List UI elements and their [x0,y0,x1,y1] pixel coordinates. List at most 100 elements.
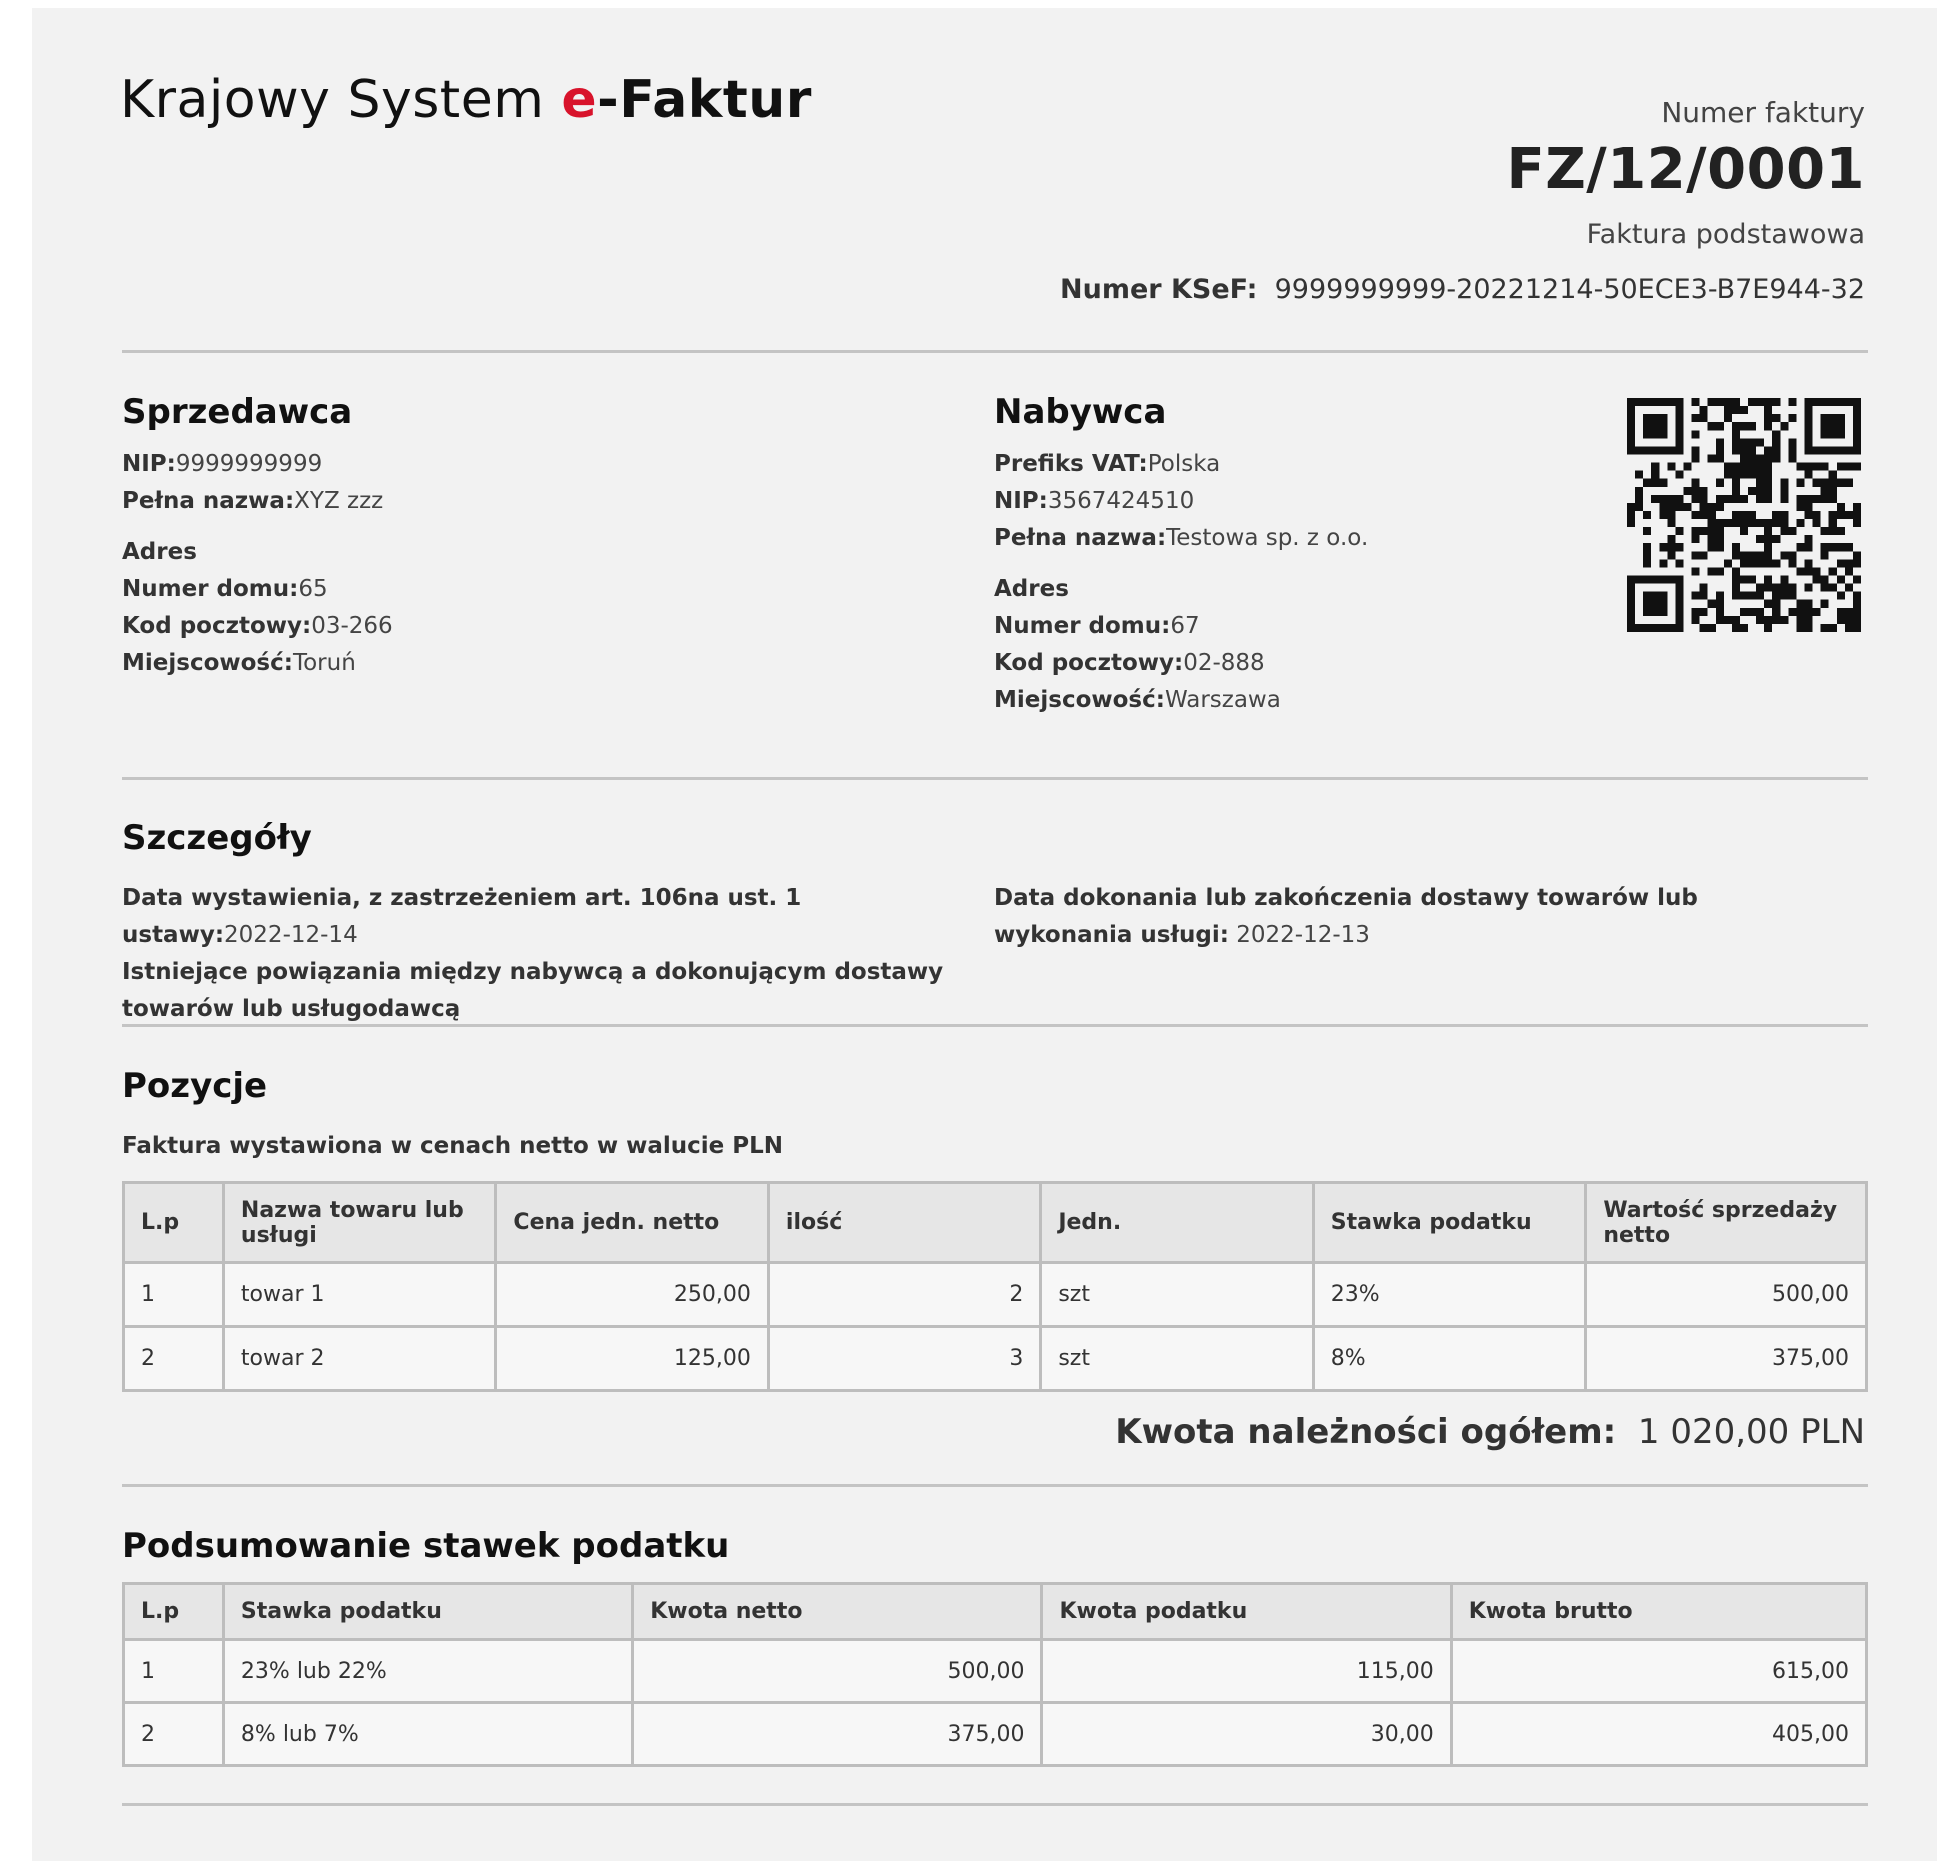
table-cell: 8% [1311,1325,1588,1392]
buyer-house-value: 67 [1170,613,1200,639]
positions-table: L.p Nazwa towaru lub usługi Cena jedn. n… [122,1181,1868,1392]
ksef-value: 9999999999-20221214-50ECE3-B7E944-32 [1274,273,1865,305]
table-cell: szt [1039,1261,1315,1328]
column-header: Jedn. [1039,1181,1315,1264]
seller-title: Sprzedawca [122,392,353,432]
issue-date: Data wystawienia, z zastrzeżeniem art. 1… [122,880,967,954]
column-header: Kwota netto [631,1582,1044,1641]
buyer-city: Miejscowość:Warszawa [994,682,1594,719]
seller-section: Sprzedawca NIP:9999999999 Pełna nazwa:XY… [122,392,942,682]
qr-code-icon [1627,398,1861,632]
table-cell: towar 2 [221,1325,498,1392]
table-cell: 250,00 [494,1261,770,1328]
invoice-type: Faktura podstawowa [1586,218,1865,250]
details-title: Szczegóły [122,818,312,858]
buyer-nip-value: 3567424510 [1047,488,1195,514]
buyer-city-label: Miejscowość: [994,687,1165,713]
buyer-name-value: Testowa sp. z o.o. [1166,525,1369,551]
buyer-vat-prefix: Prefiks VAT:Polska [994,446,1594,483]
column-header: Cena jedn. netto [494,1181,770,1264]
table-header-row: L.p Stawka podatku Kwota netto Kwota pod… [122,1582,1869,1641]
seller-house-label: Numer domu: [122,576,299,602]
seller-house-value: 65 [298,576,328,602]
column-header: Nazwa towaru lub usługi [221,1181,498,1264]
buyer-postal-label: Kod pocztowy: [994,650,1184,676]
column-header: L.p [122,1582,225,1641]
logo-e: e [561,70,598,130]
tax-summary-table: L.p Stawka podatku Kwota netto Kwota pod… [122,1582,1869,1767]
column-header: ilość [766,1181,1043,1264]
table-cell: szt [1039,1325,1315,1392]
table-cell: 500,00 [631,1638,1044,1704]
ksef-logo: Krajowy System e-Faktur [120,70,812,130]
details-section: Szczegóły [122,818,1868,858]
logo-prefix: Krajowy System [120,70,562,130]
delivery-date: Data dokonania lub zakończenia dostawy t… [994,880,1814,954]
table-cell: towar 1 [221,1261,498,1328]
table-cell: 2 [122,1701,225,1767]
buyer-address-title: Adres [994,576,1069,602]
table-row: 1 23% lub 22% 500,00 115,00 615,00 [122,1638,1869,1704]
buyer-vat-prefix-value: Polska [1147,451,1221,477]
divider [122,1803,1868,1806]
relations-text: Istniejące powiązania między nabywcą a d… [122,954,967,1028]
column-header: Kwota brutto [1449,1582,1869,1641]
seller-house: Numer domu:65 [122,571,942,608]
buyer-vat-prefix-label: Prefiks VAT: [994,451,1148,477]
positions-title: Pozycje [122,1066,268,1106]
table-cell: 405,00 [1449,1701,1869,1767]
table-cell: 115,00 [1040,1638,1453,1704]
invoice-number-block: Numer faktury FZ/12/0001 Faktura podstaw… [1060,96,1865,305]
tax-summary-section: Podsumowanie stawek podatku [122,1526,729,1566]
table-cell: 615,00 [1449,1638,1869,1704]
positions-note: Faktura wystawiona w cenach netto w walu… [122,1128,783,1165]
table-cell: 23% lub 22% [221,1638,635,1704]
table-cell: 375,00 [631,1701,1044,1767]
seller-nip-value: 9999999999 [175,451,323,477]
table-row: 2 8% lub 7% 375,00 30,00 405,00 [122,1701,1869,1767]
seller-address-title: Adres [122,539,197,565]
table-cell: 23% [1311,1261,1588,1328]
seller-city: Miejscowość:Toruń [122,645,942,682]
ksef-number: Numer KSeF: 9999999999-20221214-50ECE3-B… [1060,274,1865,305]
buyer-name: Pełna nazwa:Testowa sp. z o.o. [994,520,1594,557]
buyer-section: Nabywca Prefiks VAT:Polska NIP:356742451… [994,392,1594,719]
divider [122,350,1868,353]
details-left: Data wystawienia, z zastrzeżeniem art. 1… [122,880,967,1028]
column-header: Stawka podatku [221,1582,635,1641]
buyer-house: Numer domu:67 [994,608,1594,645]
table-cell: 30,00 [1040,1701,1453,1767]
buyer-nip-label: NIP: [994,488,1048,514]
column-header: L.p [122,1181,225,1264]
table-cell: 3 [766,1325,1043,1392]
divider [122,1024,1868,1027]
table-row: 1 towar 1 250,00 2 szt 23% 500,00 [122,1261,1868,1328]
column-header: Kwota podatku [1040,1582,1453,1641]
buyer-name-label: Pełna nazwa: [994,525,1167,551]
tax-summary-title: Podsumowanie stawek podatku [122,1526,730,1566]
buyer-city-value: Warszawa [1164,687,1281,713]
total-label: Kwota należności ogółem: [1115,1412,1617,1452]
total-amount: Kwota należności ogółem: 1 020,00 PLN [1115,1412,1865,1452]
delivery-date-value: 2022-12-13 [1236,922,1370,948]
positions-note-text: Faktura wystawiona w cenach netto w walu… [122,1133,784,1159]
buyer-house-label: Numer domu: [994,613,1171,639]
seller-nip-label: NIP: [122,451,176,477]
buyer-nip: NIP:3567424510 [994,483,1594,520]
positions-section: Pozycje [122,1066,267,1106]
seller-postal-value: 03-266 [311,613,393,639]
column-header: Wartość sprzedaży netto [1584,1181,1868,1264]
table-cell: 1 [122,1261,225,1328]
table-cell: 8% lub 7% [221,1701,635,1767]
table-cell: 375,00 [1584,1325,1868,1392]
ksef-label: Numer KSeF: [1060,273,1258,305]
table-row: 2 towar 2 125,00 3 szt 8% 375,00 [122,1325,1868,1392]
seller-name-label: Pełna nazwa: [122,488,295,514]
column-header: Stawka podatku [1311,1181,1588,1264]
seller-name: Pełna nazwa:XYZ zzz [122,483,942,520]
buyer-postal-value: 02-888 [1183,650,1265,676]
issue-date-value: 2022-12-14 [224,922,358,948]
invoice-number: FZ/12/0001 [1506,137,1865,202]
details-right: Data dokonania lub zakończenia dostawy t… [994,880,1814,954]
buyer-postal: Kod pocztowy:02-888 [994,645,1594,682]
